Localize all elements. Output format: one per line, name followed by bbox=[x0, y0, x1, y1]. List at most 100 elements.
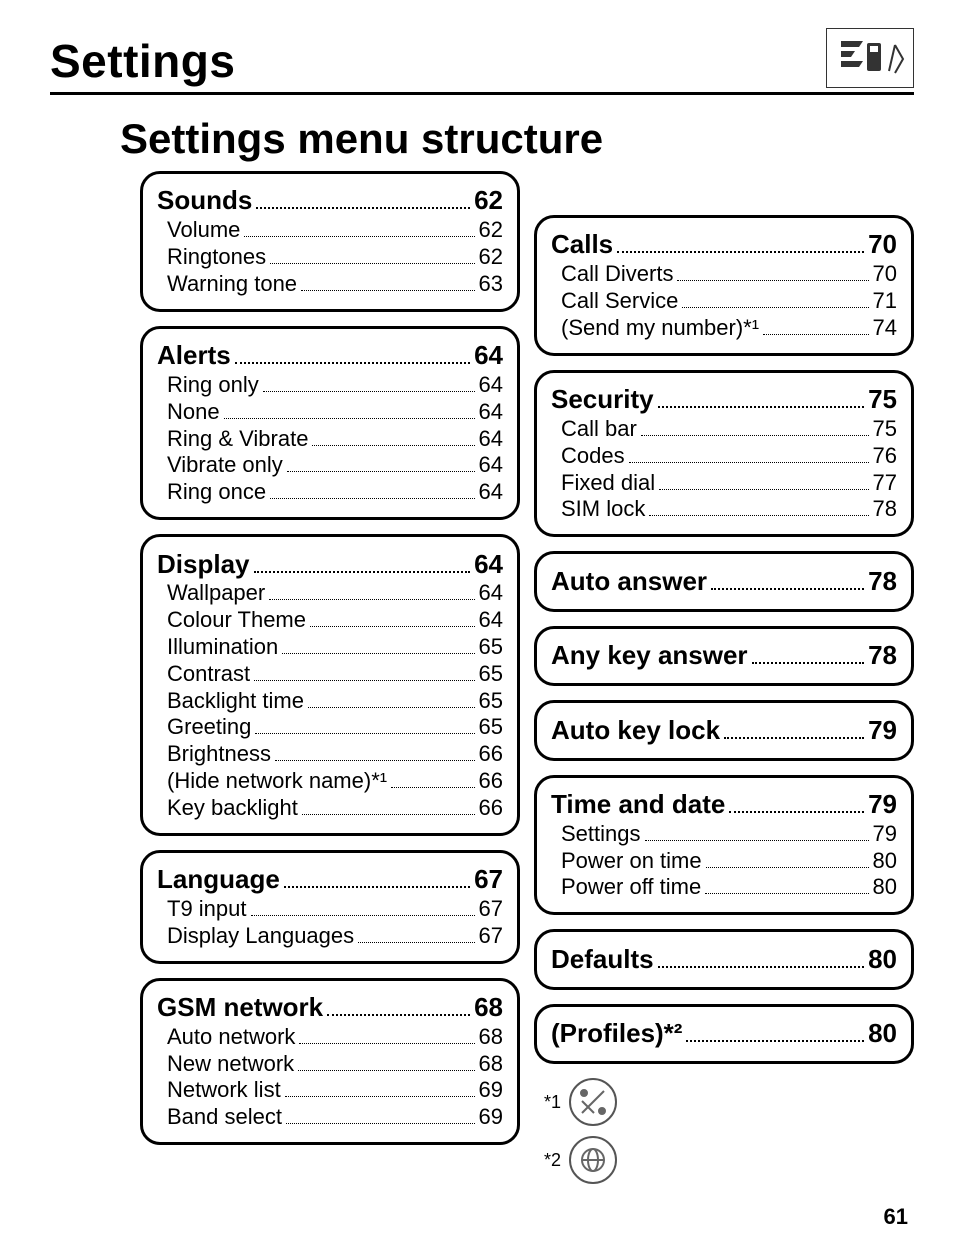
footnote-1: *1 bbox=[544, 1078, 914, 1126]
dot-leader bbox=[641, 415, 869, 436]
toc-item-page: 66 bbox=[479, 795, 503, 821]
network-icon bbox=[569, 1078, 617, 1126]
toc-section-heading: Defaults80 bbox=[551, 942, 897, 974]
dot-leader bbox=[312, 425, 474, 446]
toc-item: Illumination65 bbox=[157, 633, 503, 660]
dot-leader bbox=[244, 216, 474, 237]
toc-item: (Send my number)*¹74 bbox=[551, 314, 897, 341]
toc-section-label: Auto key lock bbox=[551, 715, 720, 746]
toc-item-label: Contrast bbox=[167, 661, 250, 687]
toc-item-label: Wallpaper bbox=[167, 580, 265, 606]
toc-item-page: 63 bbox=[479, 271, 503, 297]
globe-icon bbox=[569, 1136, 617, 1184]
toc-item-page: 69 bbox=[479, 1104, 503, 1130]
toc-section-heading: Security75 bbox=[551, 383, 897, 415]
toc-section: Any key answer 78 bbox=[534, 626, 914, 686]
toc-section-page: 80 bbox=[868, 944, 897, 975]
toc-item-label: Display Languages bbox=[167, 923, 354, 949]
toc-item-label: T9 input bbox=[167, 896, 247, 922]
toc-item: Volume62 bbox=[157, 216, 503, 243]
dot-leader bbox=[659, 469, 868, 490]
dot-leader bbox=[358, 922, 474, 943]
dot-leader bbox=[763, 314, 868, 335]
toc-section-heading: Alerts64 bbox=[157, 339, 503, 371]
dot-leader bbox=[224, 398, 475, 419]
toc-section: Sounds62Volume62Ringtones 62Warning tone6… bbox=[140, 171, 520, 312]
toc-section-heading: Auto answer78 bbox=[551, 564, 897, 596]
dot-leader bbox=[649, 496, 868, 517]
page-title: Settings bbox=[50, 34, 235, 88]
toc-item: Call Service71 bbox=[551, 287, 897, 314]
dot-leader bbox=[254, 660, 474, 681]
toc-section-label: Time and date bbox=[551, 789, 725, 820]
toc-section-heading: Display64 bbox=[157, 547, 503, 579]
dot-leader bbox=[299, 1023, 474, 1044]
toc-section-heading: GSM network68 bbox=[157, 991, 503, 1023]
toc-column-right: Calls70Call Diverts70Call Service71(Send… bbox=[534, 171, 914, 1194]
toc-item-label: New network bbox=[167, 1051, 294, 1077]
toc-item-page: 64 bbox=[479, 426, 503, 452]
toc-item: Auto network68 bbox=[157, 1023, 503, 1050]
toc-item-page: 64 bbox=[479, 580, 503, 606]
toc-item-label: Greeting bbox=[167, 714, 251, 740]
dot-leader bbox=[251, 895, 475, 916]
toc-section-heading: Language67 bbox=[157, 863, 503, 895]
toc-item: Wallpaper 64 bbox=[157, 580, 503, 607]
toc-item-label: Ring once bbox=[167, 479, 266, 505]
toc-section: Security75Call bar75Codes76Fixed dial77S… bbox=[534, 370, 914, 538]
toc-section: Display64Wallpaper64Colour Theme64Illumi… bbox=[140, 534, 520, 836]
dot-leader bbox=[235, 339, 470, 364]
toc-section-heading: Calls70 bbox=[551, 228, 897, 260]
toc-section-label: (Profiles)*² bbox=[551, 1018, 682, 1049]
toc-item-label: (Send my number)*¹ bbox=[561, 315, 759, 341]
toc-item-label: Ring only bbox=[167, 372, 259, 398]
toc-item: Network list69 bbox=[157, 1077, 503, 1104]
toc-item-label: Brightness bbox=[167, 741, 271, 767]
toc-item: Band select69 bbox=[157, 1103, 503, 1130]
toc-item-label: Call Diverts bbox=[561, 261, 673, 287]
dot-leader bbox=[282, 633, 474, 654]
dot-leader bbox=[617, 228, 864, 253]
toc-item: Ring once64 bbox=[157, 478, 503, 505]
dot-leader bbox=[677, 260, 868, 281]
toc-item-page: 66 bbox=[479, 741, 503, 767]
toc-item-page: 62 bbox=[479, 244, 503, 270]
toc-item-page: 80 bbox=[873, 874, 897, 900]
toc-section: GSM network68Auto network68New network68… bbox=[140, 978, 520, 1146]
toc-item: Brightness 66 bbox=[157, 740, 503, 767]
toc-item-page: 65 bbox=[479, 714, 503, 740]
toc-item-label: Call bar bbox=[561, 416, 637, 442]
dot-leader bbox=[327, 991, 470, 1016]
dot-leader bbox=[263, 371, 475, 392]
toc-item-label: Ringtones bbox=[167, 244, 266, 270]
toc-section-page: 75 bbox=[868, 384, 897, 415]
dot-leader bbox=[686, 1017, 864, 1042]
toc-section: Calls70Call Diverts70Call Service71(Send… bbox=[534, 215, 914, 356]
dot-leader bbox=[682, 287, 868, 308]
toc-section-label: Display bbox=[157, 549, 250, 580]
toc-item: Warning tone63 bbox=[157, 270, 503, 297]
toc-section-heading: Sounds62 bbox=[157, 184, 503, 216]
toc-item-label: Volume bbox=[167, 217, 240, 243]
toc-item-label: Backlight time bbox=[167, 688, 304, 714]
toc-section-label: Calls bbox=[551, 229, 613, 260]
toc-item-label: (Hide network name)*¹ bbox=[167, 768, 387, 794]
dot-leader bbox=[284, 863, 470, 888]
toc-section-page: 78 bbox=[868, 640, 897, 671]
toc-section-label: Auto answer bbox=[551, 566, 707, 597]
toc-item: SIM lock78 bbox=[551, 496, 897, 523]
toc-item-page: 80 bbox=[873, 848, 897, 874]
toc-item-page: 76 bbox=[873, 443, 897, 469]
dot-leader bbox=[658, 383, 864, 408]
toc-section: Auto answer78 bbox=[534, 551, 914, 611]
toc-item-label: Settings bbox=[561, 821, 641, 847]
toc-item-page: 67 bbox=[479, 896, 503, 922]
toc-section-label: Alerts bbox=[157, 340, 231, 371]
brand-logo bbox=[826, 28, 914, 88]
toc-item-label: Power off time bbox=[561, 874, 701, 900]
toc-item-page: 64 bbox=[479, 607, 503, 633]
toc-item-page: 66 bbox=[479, 768, 503, 794]
dot-leader bbox=[298, 1050, 474, 1071]
toc-section-label: Any key answer bbox=[551, 640, 748, 671]
toc-item: Vibrate only64 bbox=[157, 452, 503, 479]
